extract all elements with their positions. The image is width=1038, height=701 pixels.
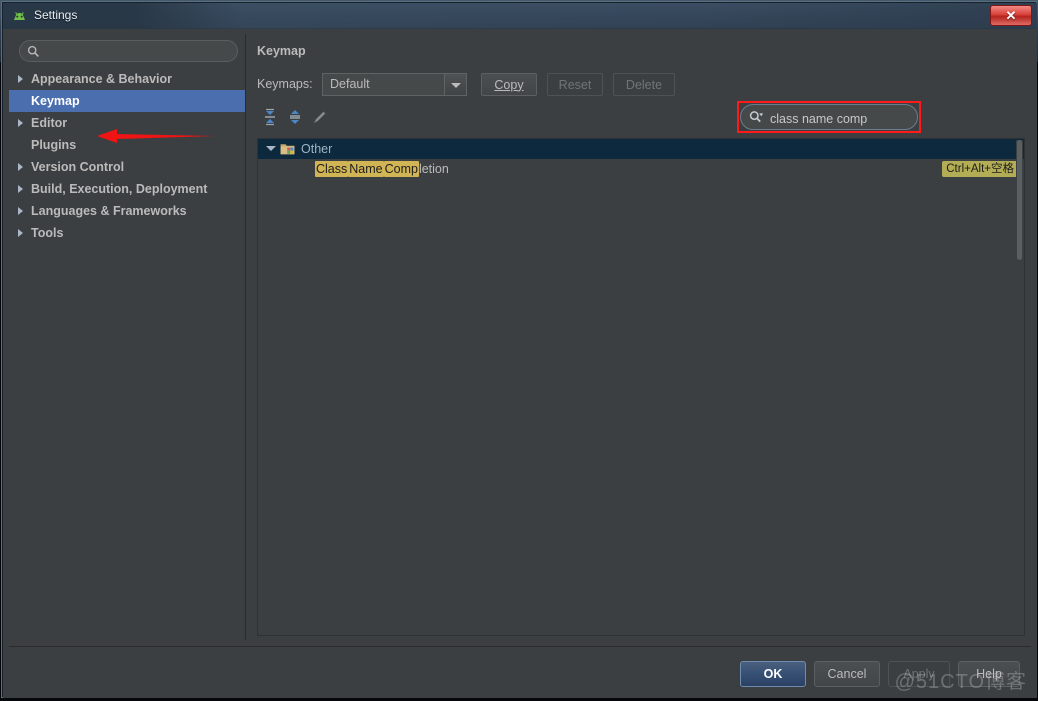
sidebar-item-label: Plugins	[31, 138, 77, 152]
chevron-right-icon[interactable]	[18, 229, 23, 237]
close-icon: ✕	[1005, 8, 1017, 23]
chevron-right-icon[interactable]	[18, 207, 23, 215]
sidebar-search-input[interactable]	[44, 43, 234, 61]
keymap-search-input[interactable]	[768, 109, 892, 128]
chevron-right-icon[interactable]	[18, 119, 23, 127]
tree-group-row[interactable]: Other	[258, 139, 1024, 159]
sidebar-item-plugins[interactable]: Plugins	[9, 134, 245, 156]
help-button[interactable]: Help	[958, 661, 1020, 687]
settings-category-tree: Appearance & Behavior Keymap Editor Plugins…	[9, 68, 245, 244]
keymaps-selected-value: Default	[330, 77, 370, 91]
sidebar-item-label: Build, Execution, Deployment	[31, 182, 208, 196]
keymap-search-wrap	[737, 101, 956, 195]
chevron-down-icon[interactable]	[444, 74, 466, 95]
delete-button: Delete	[613, 73, 675, 96]
chevron-right-icon[interactable]	[18, 163, 23, 171]
match-part-3: Comp	[383, 161, 419, 177]
scrollbar-thumb[interactable]	[1017, 140, 1022, 260]
page-title: Keymap	[257, 44, 306, 58]
action-label-highlighted: Class Name Completion	[315, 161, 449, 177]
search-dropdown-icon[interactable]	[749, 110, 764, 125]
keymaps-select[interactable]: Default	[322, 73, 467, 96]
window-title: Settings	[34, 8, 78, 22]
close-button[interactable]: ✕	[990, 5, 1032, 26]
sidebar-item-label: Keymap	[31, 94, 80, 108]
reset-button: Reset	[547, 73, 603, 96]
tree-group-label: Other	[301, 142, 333, 156]
sidebar-search-box[interactable]	[19, 40, 238, 62]
sidebar-item-label: Tools	[31, 226, 64, 240]
shortcut-badge: Ctrl+Alt+空格	[942, 161, 1018, 177]
sidebar-item-languages-frameworks[interactable]: Languages & Frameworks	[9, 200, 245, 222]
keymap-actions-tree[interactable]: Other Class Name Completion Ctrl+Alt+空格	[257, 138, 1025, 636]
sidebar-item-label: Appearance & Behavior	[31, 72, 173, 86]
cancel-button[interactable]: Cancel	[814, 661, 880, 687]
copy-button-label: Copy	[494, 77, 524, 92]
sidebar-item-build-execution-deployment[interactable]: Build, Execution, Deployment	[9, 178, 245, 200]
title-bar: Settings ✕	[3, 3, 1037, 29]
apply-button: Apply	[888, 661, 950, 687]
sidebar-item-label: Editor	[31, 116, 68, 130]
cancel-button-label: Cancel	[827, 667, 867, 681]
chevron-right-icon[interactable]	[18, 75, 23, 83]
delete-button-label: Delete	[625, 77, 663, 92]
sidebar-item-editor[interactable]: Editor	[9, 112, 245, 134]
keymaps-label: Keymaps:	[257, 77, 313, 91]
sidebar-item-appearance-behavior[interactable]: Appearance & Behavior	[9, 68, 245, 90]
folder-plugin-icon	[280, 142, 295, 156]
edit-shortcut-icon[interactable]	[311, 108, 329, 126]
sidebar-item-version-control[interactable]: Version Control	[9, 156, 245, 178]
keymap-panel: Keymap Keymaps: Default Copy Reset Delet…	[253, 34, 1031, 640]
action-label-rest: letion	[418, 162, 449, 176]
android-studio-icon	[12, 9, 27, 24]
ok-button-label: OK	[763, 667, 783, 681]
settings-sidebar: Appearance & Behavior Keymap Editor Plugins…	[9, 34, 246, 640]
dialog-body: Appearance & Behavior Keymap Editor Plugins…	[3, 29, 1037, 698]
chevron-right-icon[interactable]	[18, 185, 23, 193]
sidebar-item-keymap[interactable]: Keymap	[9, 90, 245, 112]
sidebar-item-tools[interactable]: Tools	[9, 222, 245, 244]
apply-button-label: Apply	[903, 667, 935, 681]
match-part-1: Class	[315, 161, 349, 177]
dialog-footer: OK Cancel Apply Help	[9, 646, 1031, 693]
sidebar-item-label: Version Control	[31, 160, 125, 174]
expand-all-icon[interactable]	[261, 108, 279, 126]
reset-button-label: Reset	[558, 77, 592, 92]
tree-scrollbar[interactable]	[1016, 140, 1023, 635]
keymap-action-row[interactable]: Class Name Completion Ctrl+Alt+空格	[258, 159, 1024, 179]
settings-dialog: Settings ✕ Appearance & Behavior Keymap Ed…	[2, 2, 1037, 698]
match-part-2: Name	[348, 161, 384, 177]
sidebar-item-label: Languages & Frameworks	[31, 204, 187, 218]
keymap-search-box[interactable]	[740, 104, 918, 130]
search-icon	[27, 45, 40, 58]
collapse-all-icon[interactable]	[286, 108, 304, 126]
copy-button[interactable]: Copy	[481, 73, 537, 96]
help-button-label: Help	[976, 667, 1002, 681]
chevron-down-icon[interactable]	[266, 146, 276, 151]
ok-button[interactable]: OK	[740, 661, 806, 687]
